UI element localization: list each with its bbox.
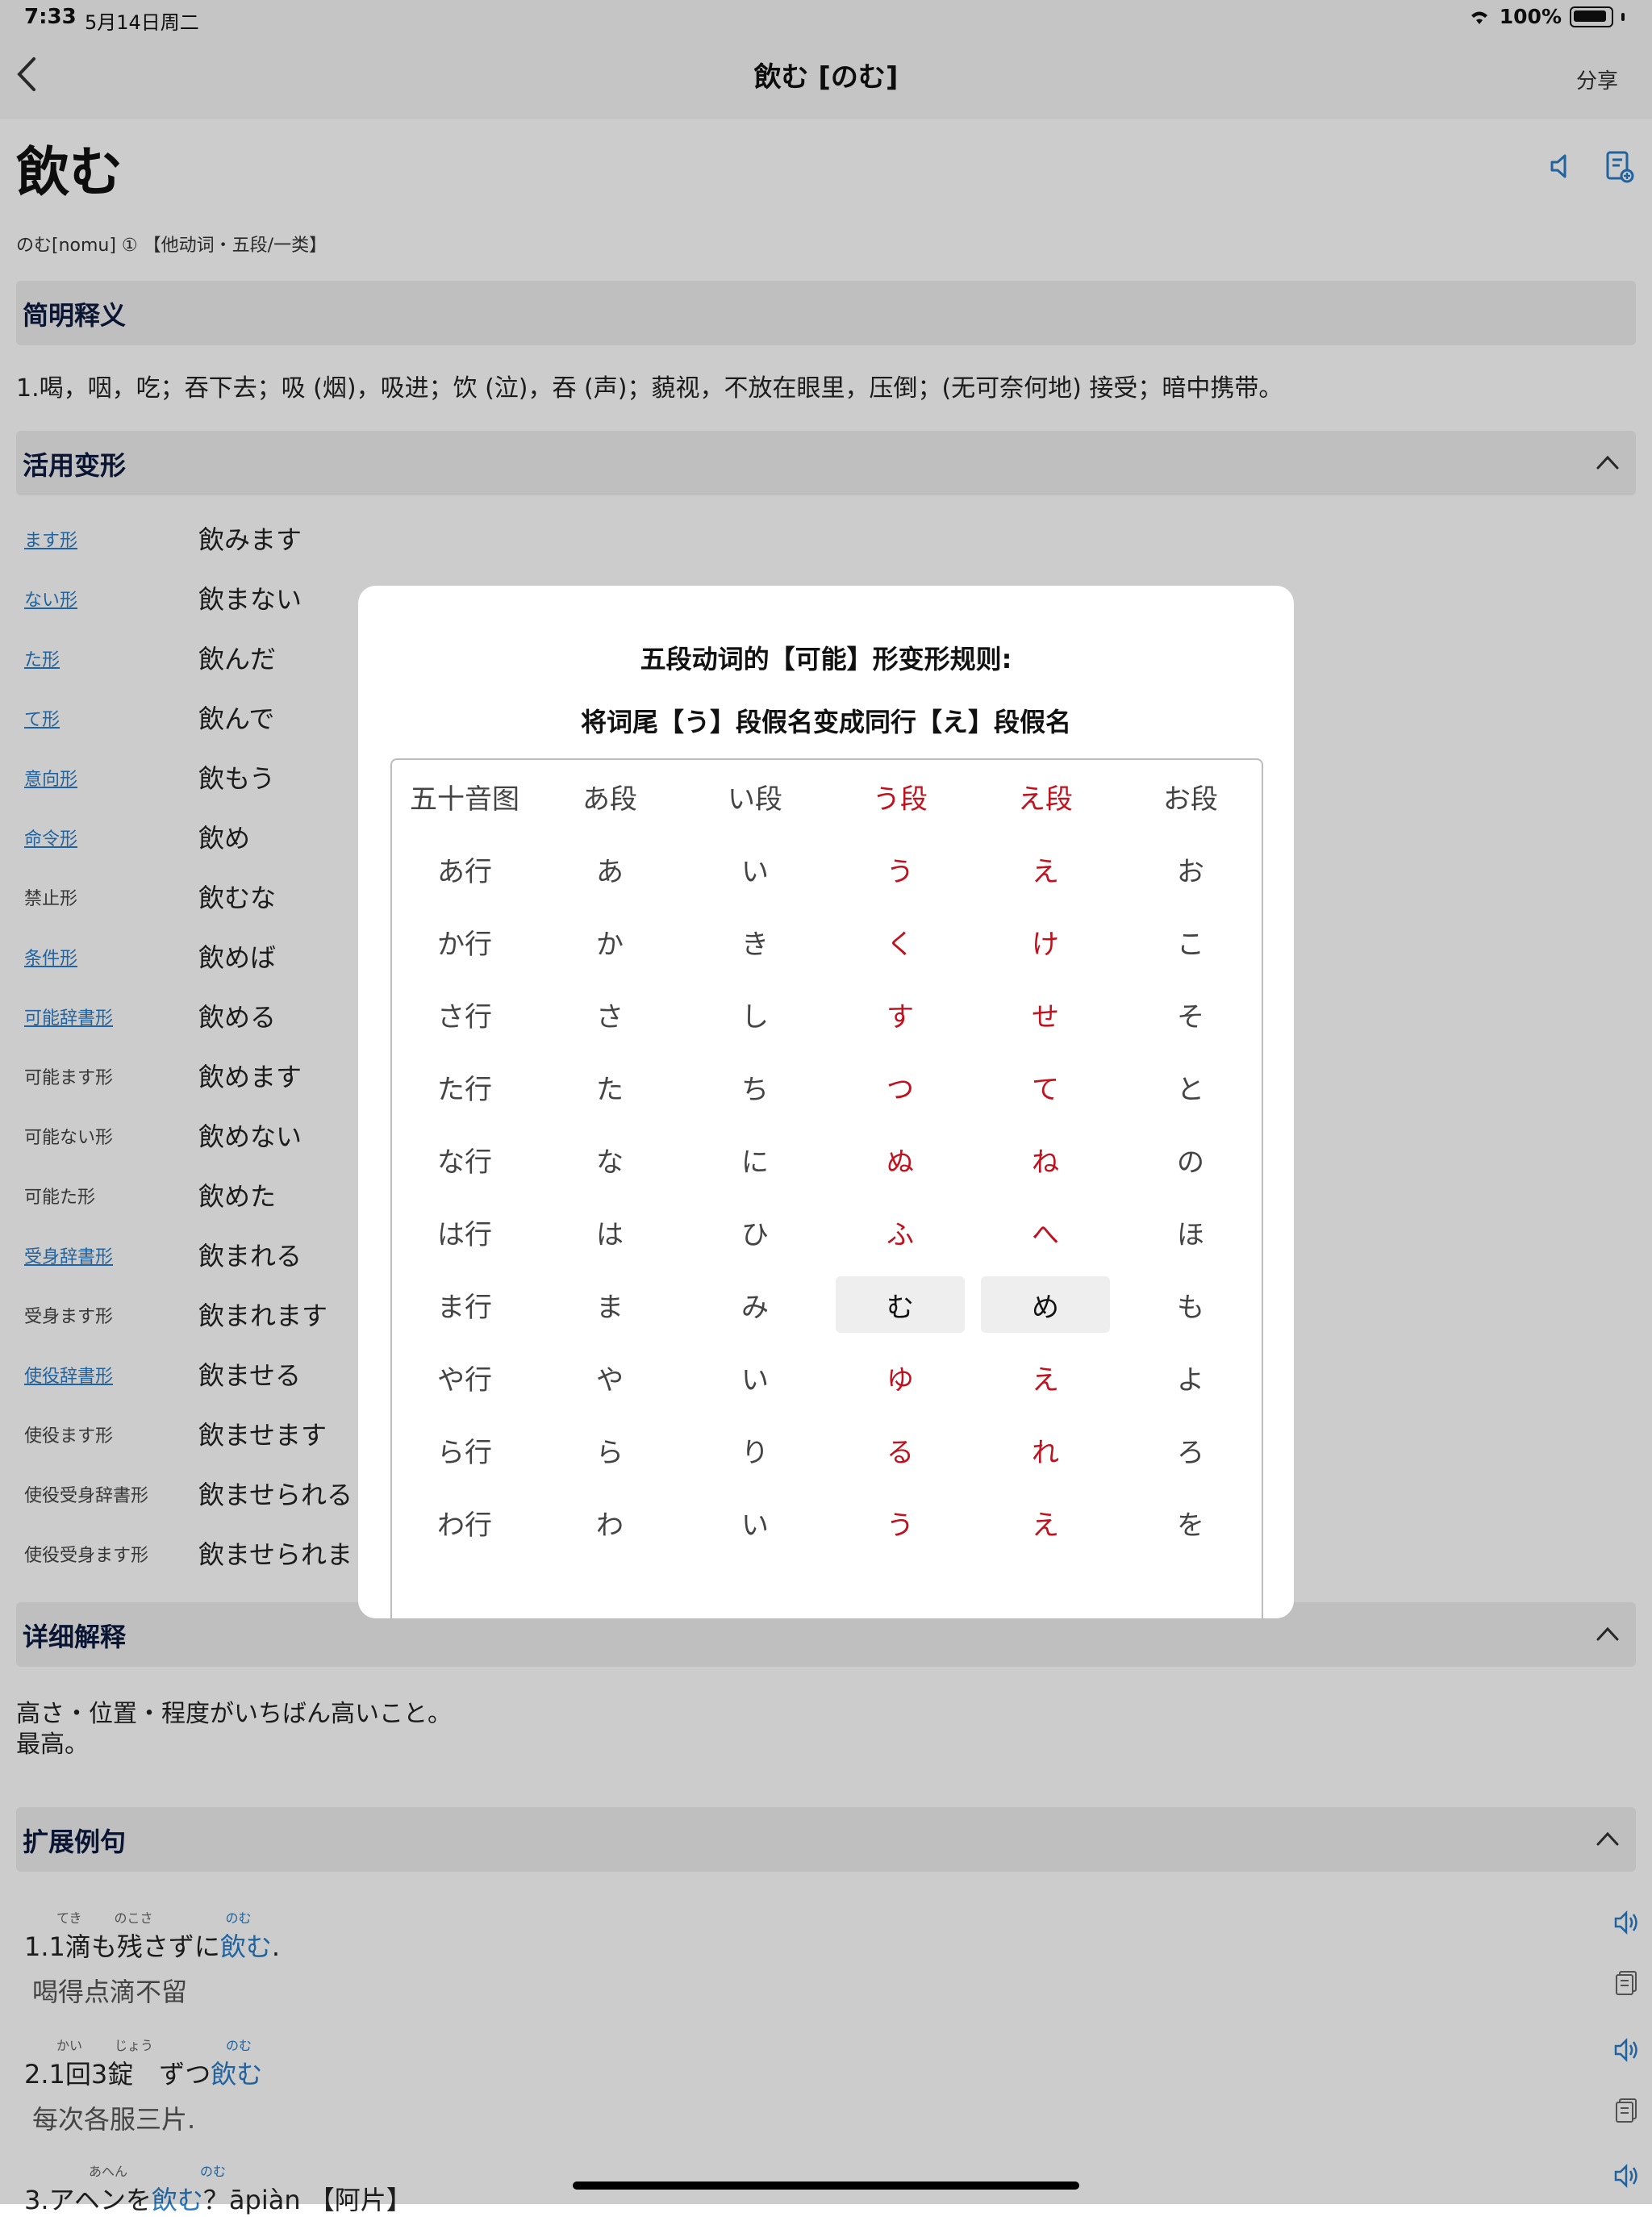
kana-cell: ね	[1032, 1146, 1059, 1179]
table-row-label: か行	[437, 928, 492, 961]
kana-cell: め	[981, 1276, 1110, 1333]
kana-cell: お	[1177, 855, 1204, 888]
kana-cell: ゆ	[886, 1363, 914, 1397]
table-header-cell: う段	[873, 783, 928, 816]
kana-cell: れ	[1032, 1436, 1059, 1469]
kana-cell: な	[596, 1146, 624, 1179]
kana-cell: ま	[596, 1291, 624, 1324]
kana-cell: く	[886, 928, 914, 961]
kana-cell: わ	[596, 1509, 624, 1542]
kana-cell: え	[1032, 855, 1059, 888]
kana-cell: は	[596, 1218, 624, 1251]
table-header-cell: お段	[1163, 783, 1218, 816]
table-row-label: た行	[437, 1073, 492, 1106]
kana-cell: え	[1032, 1363, 1059, 1397]
table-header-cell: い段	[728, 783, 782, 816]
kana-cell: ひ	[741, 1218, 769, 1251]
kana-cell: し	[741, 1000, 769, 1033]
table-row-label: ら行	[437, 1436, 492, 1469]
kana-cell: け	[1032, 928, 1059, 961]
table-row-label: あ行	[437, 855, 492, 888]
kana-cell: う	[886, 855, 914, 888]
table-row-label: わ行	[437, 1509, 492, 1542]
table-row-label: さ行	[437, 1000, 492, 1033]
kana-cell: へ	[1032, 1218, 1059, 1251]
table-header-cell: え段	[1018, 783, 1073, 816]
kana-cell: に	[741, 1146, 769, 1179]
kana-cell: り	[741, 1436, 769, 1469]
kana-cell: い	[741, 1509, 769, 1542]
kana-cell: た	[596, 1073, 624, 1106]
table-header-cell: あ段	[582, 783, 637, 816]
kana-cell: さ	[596, 1000, 624, 1033]
kana-cell: す	[886, 1000, 914, 1033]
kana-cell: も	[1177, 1291, 1204, 1324]
kana-cell: の	[1177, 1146, 1204, 1179]
kana-cell: み	[741, 1291, 769, 1324]
kana-cell: い	[741, 1363, 769, 1397]
kana-cell: と	[1177, 1073, 1204, 1106]
modal-subtitle: 将词尾【う】段假名变成同行【え】段假名	[580, 707, 1071, 737]
kana-cell: う	[886, 1509, 914, 1542]
kana-cell: ふ	[886, 1218, 914, 1251]
kana-cell: そ	[1177, 1000, 1204, 1033]
kana-cell: か	[596, 928, 624, 961]
home-indicator[interactable]	[573, 2182, 1079, 2190]
kana-cell: ら	[596, 1436, 624, 1469]
kana-cell: こ	[1177, 928, 1204, 961]
gojuon-table: 五十音图 あ段 い段 う段 え段 お段 あ行あいうえおか行かきくけこさ行さしすせそた行たちつ…	[390, 758, 1263, 1618]
kana-cell: え	[1032, 1509, 1059, 1542]
table-header-cell: 五十音图	[410, 783, 519, 816]
kana-cell: や	[596, 1363, 624, 1397]
kana-cell: て	[1032, 1073, 1059, 1106]
kana-cell: い	[741, 855, 769, 888]
kana-cell: き	[741, 928, 769, 961]
table-row-label: や行	[437, 1363, 492, 1397]
dictionary-page: 7:33 5月14日周二 100% 飲む [のむ] 分享 飲む のむ[nomu]…	[0, 0, 1652, 2215]
table-row-label: は行	[437, 1218, 492, 1251]
kana-cell: つ	[886, 1073, 914, 1106]
kana-cell: ほ	[1177, 1218, 1204, 1251]
table-row-label: ま行	[437, 1291, 492, 1324]
kana-cell: ろ	[1177, 1436, 1204, 1469]
table-row-label: な行	[437, 1146, 492, 1179]
kana-cell: ち	[741, 1073, 769, 1106]
kana-cell: ぬ	[886, 1146, 914, 1179]
kana-cell: む	[836, 1276, 965, 1333]
kana-cell: よ	[1177, 1363, 1204, 1397]
conjugation-rule-modal: 五段动词的【可能】形变形规则: 将词尾【う】段假名变成同行【え】段假名 五十音图…	[358, 586, 1294, 1618]
kana-cell: る	[886, 1436, 914, 1469]
kana-cell: せ	[1032, 1000, 1059, 1033]
kana-cell: あ	[596, 855, 624, 888]
modal-title: 五段动词的【可能】形变形规则:	[640, 644, 1012, 674]
kana-cell: を	[1177, 1509, 1204, 1542]
